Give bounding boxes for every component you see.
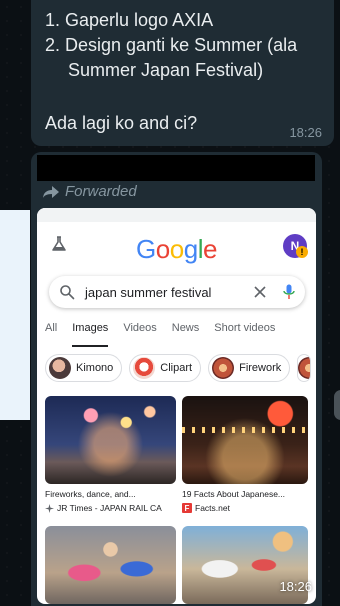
tab-short-videos[interactable]: Short videos [214, 322, 275, 342]
tab-news[interactable]: News [172, 322, 200, 342]
message-question: Ada lagi ko and ci? [45, 113, 198, 133]
chip-thumbnail [133, 357, 156, 379]
forwarded-text: Forwarded [65, 183, 137, 200]
microphone-icon[interactable] [283, 284, 295, 300]
tab-all[interactable]: All [45, 322, 57, 342]
message-line-2: 2. Design ganti ke Summer (ala [45, 35, 298, 55]
chip-thumbnail [298, 357, 311, 379]
avatar-alert-icon: ! [296, 246, 308, 258]
result-caption: 19 Facts About Japanese... [182, 489, 286, 499]
message-line-1: 1. Gaperlu logo AXIA [45, 10, 214, 30]
chip-firework[interactable]: Firework [208, 354, 291, 382]
google-logo-letter: o [155, 234, 170, 264]
forwarded-screenshot[interactable]: Google N ! japan summer festival All Ima… [37, 208, 316, 604]
result-image-fireworks[interactable] [45, 396, 176, 484]
message-line-3: Summer Japan Festival) [68, 60, 264, 80]
jr-times-icon [45, 503, 54, 513]
chat-background-strip [0, 210, 30, 420]
chip-clipart[interactable]: Clipart [129, 354, 202, 382]
scroll-handle[interactable] [334, 390, 340, 420]
google-logo-letter: G [136, 234, 156, 264]
search-query: japan summer festival [85, 284, 212, 300]
search-tabs: All Images Videos News Short videos [45, 322, 315, 347]
chip-thumbnail [212, 357, 235, 379]
forwarded-label: Forwarded [43, 183, 137, 200]
message-bubble-image[interactable]: Forwarded Google N ! japan summer festiv… [31, 152, 322, 606]
message-timestamp: 18:26 [289, 125, 322, 140]
google-logo-letter: o [169, 234, 184, 264]
browser-top-bar [37, 208, 316, 222]
result-source[interactable]: JR Times - JAPAN RAIL CA [45, 503, 178, 513]
chip-thumbnail [49, 357, 71, 379]
chip-label: Clipart [160, 362, 193, 374]
chip-more[interactable] [297, 354, 312, 382]
facts-net-icon: F [182, 503, 192, 513]
message-bubble-text[interactable]: 1. Gaperlu logo AXIA 2. Design ganti ke … [31, 0, 334, 146]
message-timestamp: 18:26 [279, 579, 312, 594]
google-logo: Google [37, 234, 316, 265]
result-image-facts[interactable] [182, 396, 308, 484]
chip-label: Firework [239, 362, 282, 374]
search-input[interactable]: japan summer festival [49, 276, 305, 308]
google-logo-letter: g [183, 234, 198, 264]
result-image-dancers[interactable] [45, 526, 176, 604]
result-source-name: Facts.net [195, 503, 230, 513]
redacted-bar [37, 155, 315, 181]
tab-videos[interactable]: Videos [123, 322, 156, 342]
tab-images[interactable]: Images [72, 322, 109, 347]
close-icon[interactable] [253, 285, 267, 299]
chip-kimono[interactable]: Kimono [45, 354, 123, 382]
result-caption: Fireworks, dance, and... [45, 489, 136, 499]
result-source[interactable]: F Facts.net [182, 503, 230, 513]
google-logo-letter: e [202, 234, 217, 264]
forward-arrow-icon [43, 185, 59, 198]
filter-chips: Kimono Clipart Firework [45, 354, 312, 382]
result-source-name: JR Times - JAPAN RAIL CA [57, 503, 162, 513]
google-logo-text: Google [136, 234, 217, 264]
chip-label: Kimono [76, 362, 114, 374]
search-icon [60, 285, 75, 300]
